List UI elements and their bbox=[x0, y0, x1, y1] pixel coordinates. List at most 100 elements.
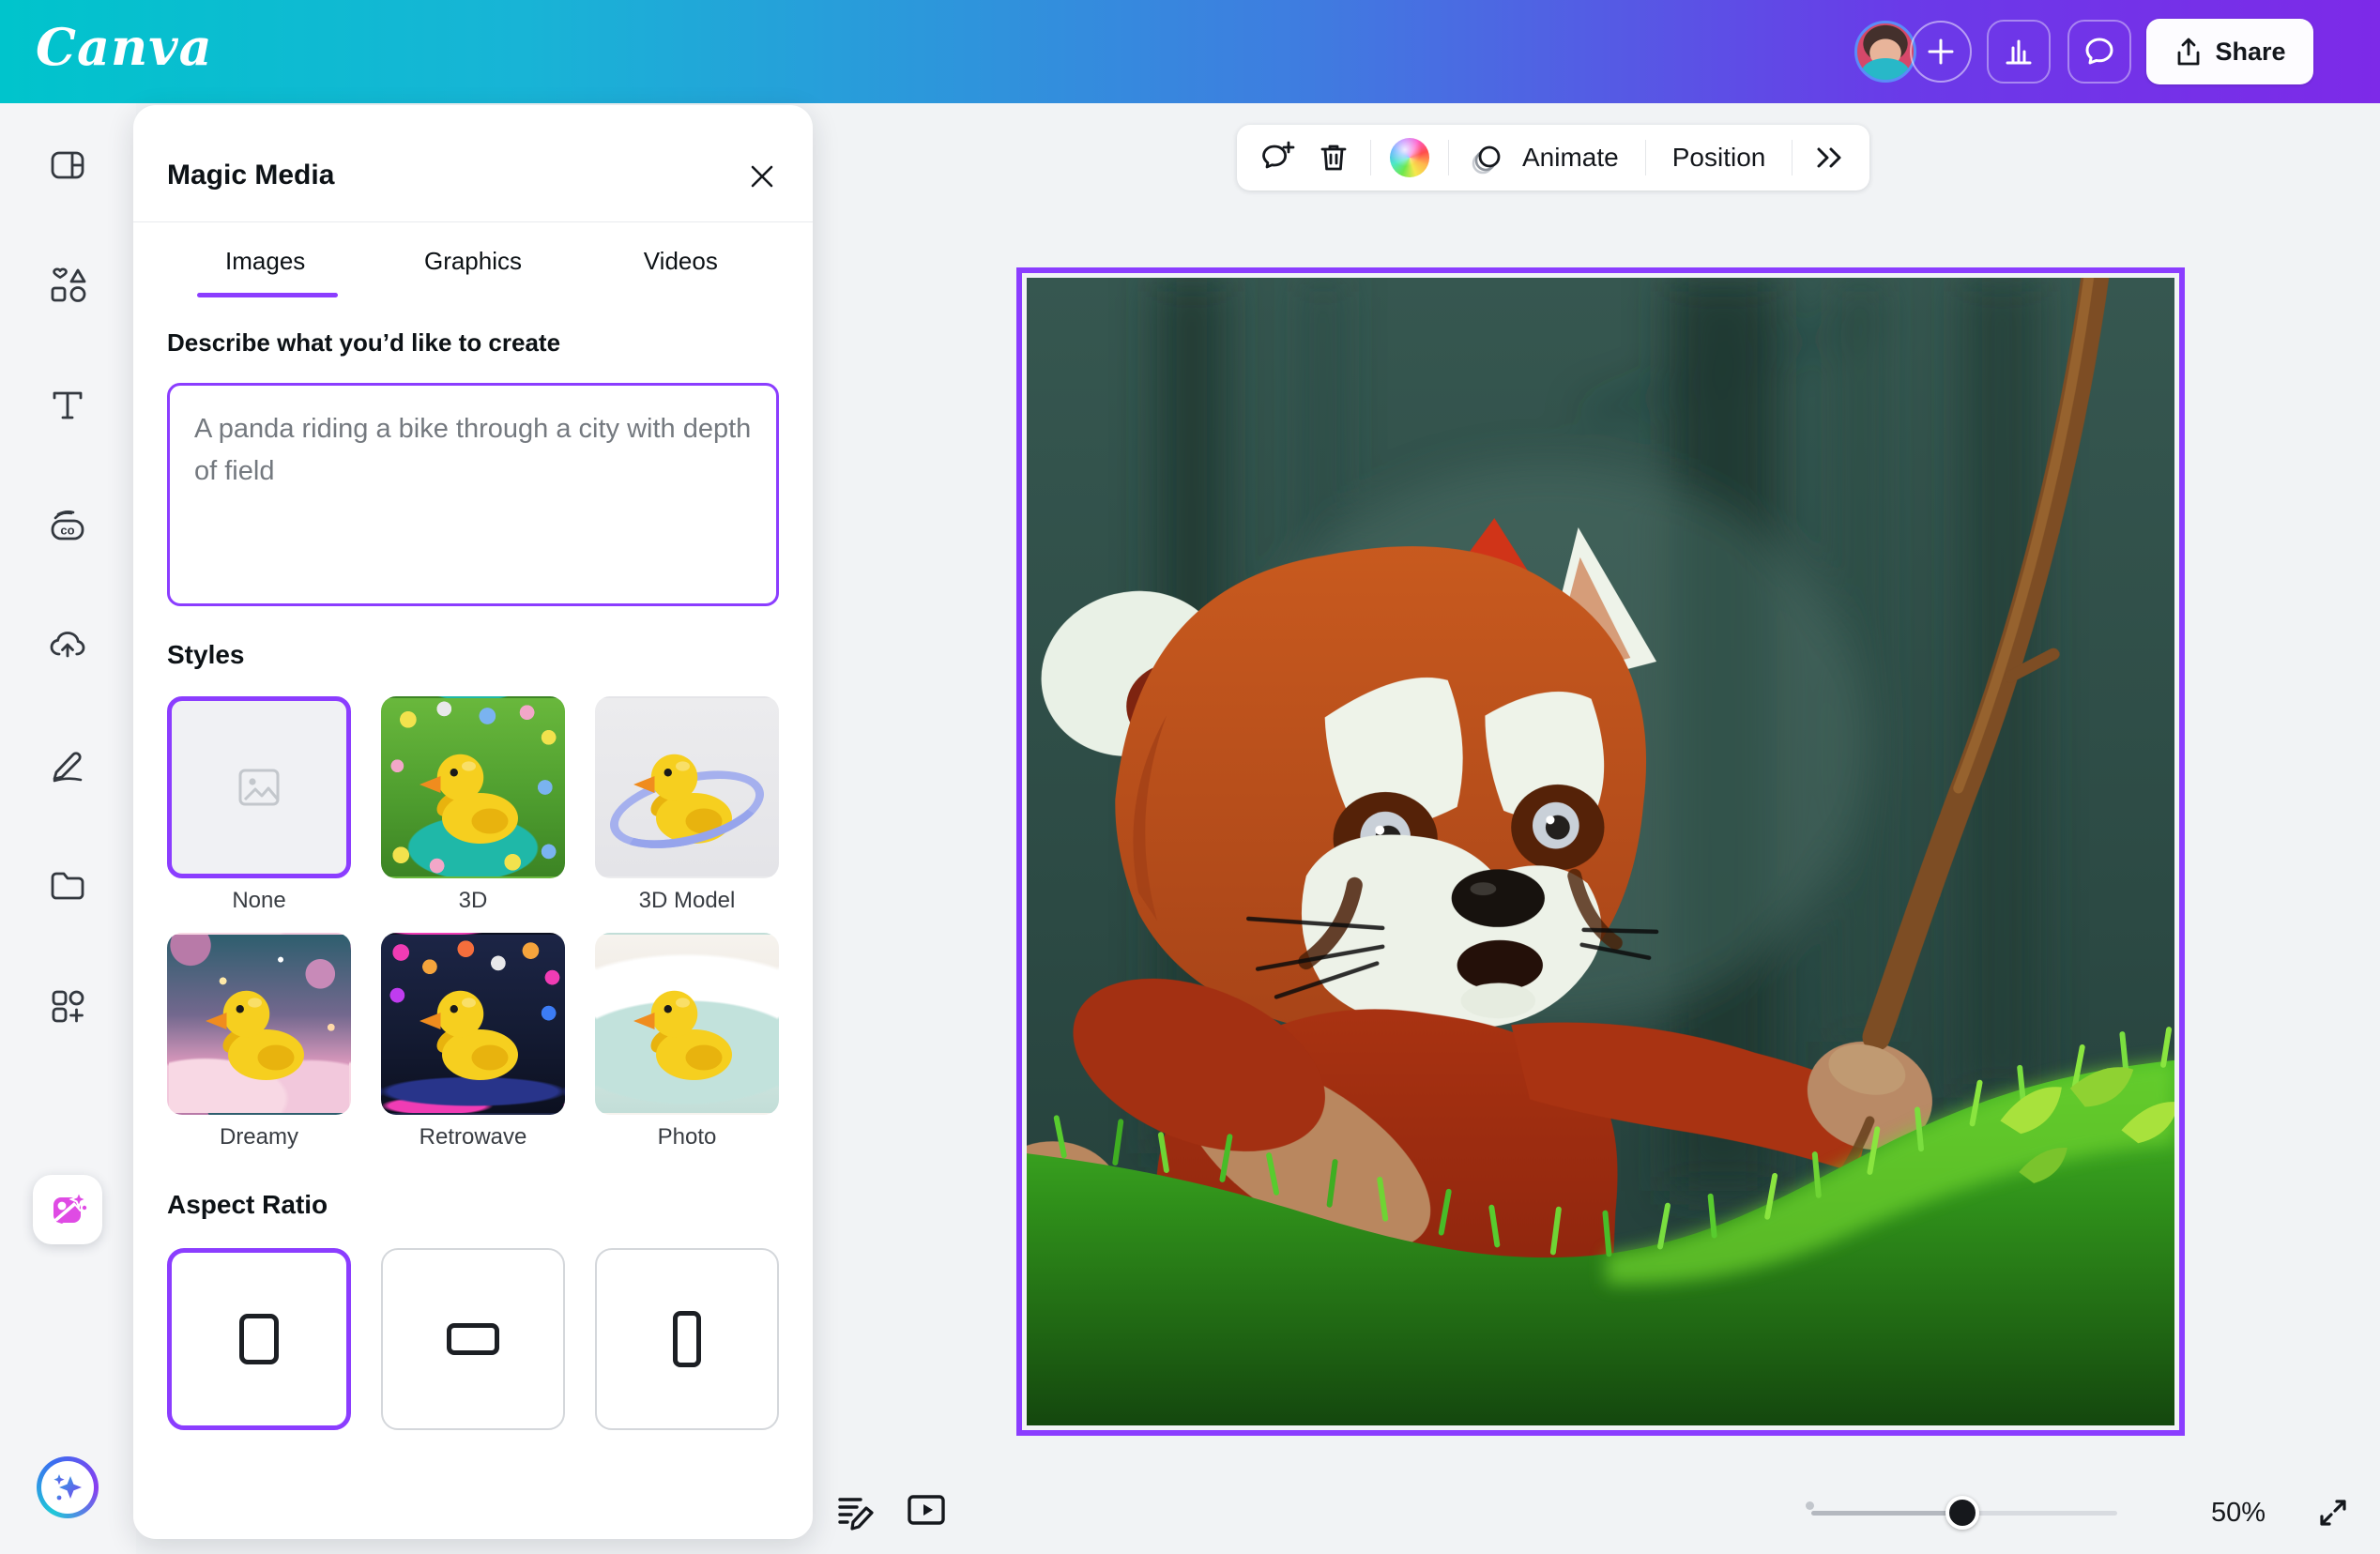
aspect-ratio-grid bbox=[167, 1248, 779, 1430]
style-label: Photo bbox=[595, 1124, 779, 1150]
toolbar-divider bbox=[1448, 140, 1449, 175]
brand-icon: co bbox=[47, 506, 88, 547]
active-tab-indicator bbox=[197, 293, 338, 297]
sidebar-item-magic-media[interactable] bbox=[33, 1175, 102, 1244]
add-member-button[interactable] bbox=[1910, 21, 1972, 83]
toolbar-divider bbox=[1645, 140, 1646, 175]
describe-label: Describe what you’d like to create bbox=[167, 328, 560, 358]
style-label: 3D bbox=[381, 888, 565, 914]
element-toolbar: Animate Position bbox=[1237, 125, 1869, 190]
style-thumb-photo bbox=[595, 933, 779, 1115]
selected-image-element[interactable] bbox=[1016, 267, 2185, 1436]
close-panel-button[interactable] bbox=[743, 158, 781, 195]
aspect-option-landscape[interactable] bbox=[381, 1248, 565, 1430]
apps-icon bbox=[47, 985, 88, 1027]
position-button[interactable]: Position bbox=[1665, 143, 1774, 173]
pen-icon bbox=[47, 744, 88, 785]
styles-grid: None 3D 3D Model Dreamy Re bbox=[167, 696, 779, 1150]
sidebar-item-canva-assistant[interactable] bbox=[37, 1456, 99, 1518]
prompt-input[interactable] bbox=[167, 383, 779, 606]
animate-label: Animate bbox=[1515, 143, 1626, 173]
fullscreen-button[interactable] bbox=[2311, 1490, 2356, 1535]
sidebar-item-design[interactable] bbox=[34, 131, 101, 199]
style-label: Dreamy bbox=[167, 1124, 351, 1150]
canva-logo[interactable]: Canva bbox=[36, 17, 213, 77]
zoom-level: 50% bbox=[2211, 1498, 2266, 1529]
aspect-option-square[interactable] bbox=[167, 1248, 351, 1430]
aspect-option-portrait[interactable] bbox=[595, 1248, 779, 1430]
animate-button[interactable]: Animate bbox=[1468, 139, 1626, 176]
style-thumb-3d-model bbox=[595, 696, 779, 878]
bar-chart-icon bbox=[2000, 33, 2037, 70]
duck-illustration bbox=[617, 959, 757, 1100]
share-export-icon bbox=[2174, 37, 2204, 67]
style-thumb-3d bbox=[381, 696, 565, 878]
delete-button[interactable] bbox=[1316, 140, 1351, 175]
duck-illustration bbox=[403, 959, 543, 1100]
tab-videos[interactable]: Videos bbox=[577, 222, 785, 299]
style-option-retrowave[interactable]: Retrowave bbox=[381, 933, 565, 1150]
styles-heading: Styles bbox=[167, 640, 245, 670]
style-label: None bbox=[167, 888, 351, 914]
color-picker-button[interactable] bbox=[1390, 138, 1429, 177]
avatar[interactable] bbox=[1854, 21, 1916, 83]
upload-cloud-icon bbox=[47, 624, 88, 665]
sidebar-item-elements[interactable] bbox=[34, 251, 101, 319]
close-icon bbox=[746, 160, 778, 192]
portrait-ratio-icon bbox=[673, 1311, 701, 1367]
assistant-inner bbox=[41, 1461, 94, 1514]
plus-icon bbox=[1924, 35, 1958, 69]
sidebar-item-apps[interactable] bbox=[34, 972, 101, 1040]
sidebar-item-draw[interactable] bbox=[34, 731, 101, 799]
expand-icon bbox=[2313, 1493, 2353, 1532]
svg-text:co: co bbox=[60, 524, 74, 538]
magic-media-icon bbox=[46, 1188, 89, 1231]
sidebar-item-text[interactable] bbox=[34, 372, 101, 439]
style-option-dreamy[interactable]: Dreamy bbox=[167, 933, 351, 1150]
magic-media-panel: Magic Media Images Graphics Videos Descr… bbox=[133, 105, 813, 1539]
image-placeholder-icon bbox=[234, 762, 284, 813]
panel-title: Magic Media bbox=[167, 160, 334, 191]
aspect-ratio-heading: Aspect Ratio bbox=[167, 1190, 328, 1220]
shapes-icon bbox=[47, 265, 88, 306]
style-option-3d-model[interactable]: 3D Model bbox=[595, 696, 779, 914]
design-icon bbox=[47, 145, 88, 186]
style-label: 3D Model bbox=[595, 888, 779, 914]
present-button[interactable] bbox=[905, 1488, 948, 1531]
style-option-3d[interactable]: 3D bbox=[381, 696, 565, 914]
style-thumb-dreamy bbox=[167, 933, 351, 1115]
zoom-track-start bbox=[1806, 1501, 1814, 1510]
duck-illustration bbox=[189, 959, 329, 1100]
notes-button[interactable] bbox=[833, 1488, 877, 1531]
duck-illustration bbox=[403, 723, 543, 863]
style-label: Retrowave bbox=[381, 1124, 565, 1150]
more-options-button[interactable] bbox=[1811, 140, 1847, 175]
comments-button[interactable] bbox=[2067, 20, 2131, 84]
insights-button[interactable] bbox=[1987, 20, 2051, 84]
square-ratio-icon bbox=[239, 1314, 279, 1364]
toolbar-divider bbox=[1370, 140, 1371, 175]
tab-graphics[interactable]: Graphics bbox=[369, 222, 576, 299]
sparkle-icon bbox=[47, 1467, 88, 1508]
add-comment-button[interactable] bbox=[1259, 139, 1297, 176]
style-thumb-retrowave bbox=[381, 933, 565, 1115]
share-button[interactable]: Share bbox=[2146, 19, 2313, 84]
landscape-ratio-icon bbox=[447, 1323, 499, 1355]
style-option-none[interactable]: None bbox=[167, 696, 351, 914]
text-icon bbox=[47, 385, 88, 426]
tab-images[interactable]: Images bbox=[161, 222, 369, 299]
top-bar: Canva Share bbox=[0, 0, 2380, 103]
sidebar-item-uploads[interactable] bbox=[34, 611, 101, 678]
sidebar-item-brand[interactable]: co bbox=[34, 493, 101, 560]
panel-tabs: Images Graphics Videos bbox=[133, 222, 813, 299]
sidebar: co bbox=[0, 103, 136, 1554]
animate-icon bbox=[1468, 139, 1505, 176]
zoom-slider-thumb[interactable] bbox=[1945, 1496, 1979, 1530]
folder-icon bbox=[47, 865, 88, 906]
canvas-bottom-actions bbox=[833, 1488, 948, 1531]
sidebar-item-projects[interactable] bbox=[34, 852, 101, 920]
share-label: Share bbox=[2215, 38, 2285, 67]
comment-bubble-icon bbox=[2081, 33, 2118, 70]
red-panda-artwork bbox=[1027, 278, 2174, 1425]
style-option-photo[interactable]: Photo bbox=[595, 933, 779, 1150]
